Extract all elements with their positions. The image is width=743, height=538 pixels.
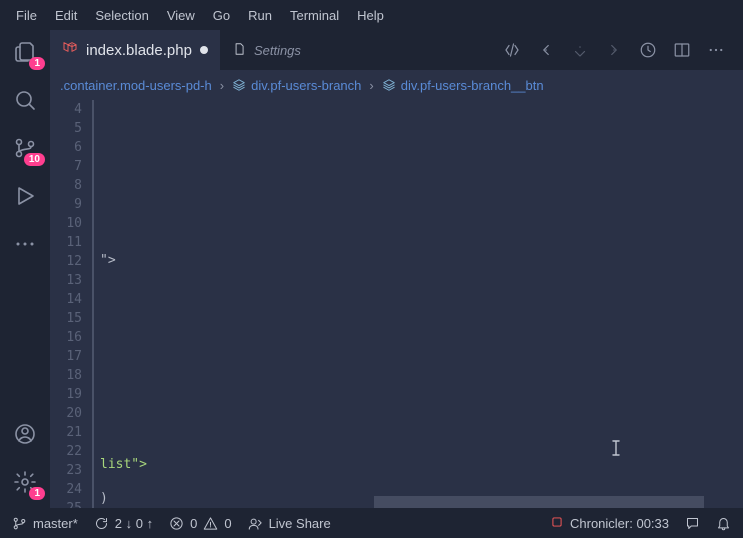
record-icon xyxy=(550,515,564,532)
chevron-right-icon: › xyxy=(369,78,373,93)
line-number: 18 xyxy=(50,366,82,385)
bell-icon xyxy=(716,516,731,531)
menu-help[interactable]: Help xyxy=(349,4,392,27)
warning-icon xyxy=(203,516,218,531)
text-cursor-icon xyxy=(610,440,622,456)
status-sync[interactable]: 2 ↓ 0 ↑ xyxy=(94,516,153,531)
status-liveshare[interactable]: Live Share xyxy=(248,516,331,531)
gutter: 4567891011121314151617181920212223242526… xyxy=(50,100,92,508)
horizontal-scrollbar[interactable] xyxy=(374,496,704,508)
nav-back-icon[interactable] xyxy=(537,41,555,59)
code-editor[interactable]: 4567891011121314151617181920212223242526… xyxy=(50,100,743,508)
preview-icon[interactable] xyxy=(639,41,657,59)
status-bar: master* 2 ↓ 0 ↑ 0 0 Live Share Chronicle… xyxy=(0,508,743,538)
symbol-icon xyxy=(382,78,396,92)
nav-forward-icon[interactable] xyxy=(605,41,623,59)
status-notifications[interactable] xyxy=(716,516,731,531)
settings-badge: 1 xyxy=(29,487,45,500)
tab-settings[interactable]: Settings xyxy=(220,30,313,70)
error-icon xyxy=(169,516,184,531)
editor-area: index.blade.php Settings xyxy=(50,30,743,508)
sync-icon xyxy=(94,516,109,531)
activity-more[interactable] xyxy=(11,230,39,258)
breadcrumb[interactable]: .container.mod-users-pd-h › div.pf-users… xyxy=(50,70,743,100)
menu-run[interactable]: Run xyxy=(240,4,280,27)
activity-settings[interactable]: 1 xyxy=(11,468,39,496)
line-number: 10 xyxy=(50,214,82,233)
activity-source-control[interactable]: 10 xyxy=(11,134,39,162)
explorer-badge: 1 xyxy=(29,57,45,70)
scm-badge: 10 xyxy=(24,153,45,166)
split-editor-icon[interactable] xyxy=(673,41,691,59)
line-number: 22 xyxy=(50,442,82,461)
line-number: 11 xyxy=(50,233,82,252)
tab-bar: index.blade.php Settings xyxy=(50,30,743,70)
status-chronicler[interactable]: Chronicler: 00:33 xyxy=(550,515,669,532)
menu-go[interactable]: Go xyxy=(205,4,238,27)
line-number: 15 xyxy=(50,309,82,328)
line-number: 4 xyxy=(50,100,82,119)
line-number: 5 xyxy=(50,119,82,138)
branch-icon xyxy=(12,516,27,531)
menu-selection[interactable]: Selection xyxy=(87,4,156,27)
line-number: 13 xyxy=(50,271,82,290)
activity-explorer[interactable]: 1 xyxy=(11,38,39,66)
menu-view[interactable]: View xyxy=(159,4,203,27)
line-number: 12 xyxy=(50,252,82,271)
breadcrumb-item[interactable]: .container.mod-users-pd-h xyxy=(60,78,212,93)
ellipsis-icon xyxy=(13,232,37,256)
dirty-indicator-icon xyxy=(200,46,208,54)
account-icon xyxy=(13,422,37,446)
activity-run-debug[interactable] xyxy=(11,182,39,210)
line-number: 20 xyxy=(50,404,82,423)
play-icon xyxy=(13,184,37,208)
feedback-icon xyxy=(685,516,700,531)
laravel-icon xyxy=(62,40,78,60)
line-number: 17 xyxy=(50,347,82,366)
menu-edit[interactable]: Edit xyxy=(47,4,85,27)
editor-actions xyxy=(503,41,735,59)
compare-icon[interactable] xyxy=(503,41,521,59)
status-feedback[interactable] xyxy=(685,516,700,531)
tab-label: Settings xyxy=(254,43,301,58)
line-number: 6 xyxy=(50,138,82,157)
liveshare-icon xyxy=(248,516,263,531)
line-number: 25 xyxy=(50,499,82,508)
tab-label: index.blade.php xyxy=(86,42,192,59)
breadcrumb-item[interactable]: div.pf-users-branch__btn xyxy=(382,78,544,93)
line-number: 24 xyxy=(50,480,82,499)
line-number: 23 xyxy=(50,461,82,480)
line-number: 9 xyxy=(50,195,82,214)
code-content[interactable]: "> list"> ) et('img/frontend/icon/branch… xyxy=(92,100,731,508)
status-branch[interactable]: master* xyxy=(12,516,78,531)
status-problems[interactable]: 0 0 xyxy=(169,516,231,531)
activity-bar: 1 10 1 xyxy=(0,30,50,508)
more-actions-icon[interactable] xyxy=(707,41,725,59)
breadcrumb-item[interactable]: div.pf-users-branch xyxy=(232,78,361,93)
activity-accounts[interactable] xyxy=(11,420,39,448)
menu-terminal[interactable]: Terminal xyxy=(282,4,347,27)
chevron-right-icon: › xyxy=(220,78,224,93)
minimap[interactable] xyxy=(731,100,743,508)
line-number: 21 xyxy=(50,423,82,442)
activity-search[interactable] xyxy=(11,86,39,114)
tab-index-blade[interactable]: index.blade.php xyxy=(50,30,220,70)
file-icon xyxy=(232,42,246,59)
line-number: 14 xyxy=(50,290,82,309)
symbol-icon xyxy=(232,78,246,92)
line-number: 16 xyxy=(50,328,82,347)
nav-down-icon[interactable] xyxy=(571,41,589,59)
search-icon xyxy=(13,88,37,112)
line-number: 8 xyxy=(50,176,82,195)
menu-bar: File Edit Selection View Go Run Terminal… xyxy=(0,0,743,30)
menu-file[interactable]: File xyxy=(8,4,45,27)
line-number: 19 xyxy=(50,385,82,404)
line-number: 7 xyxy=(50,157,82,176)
